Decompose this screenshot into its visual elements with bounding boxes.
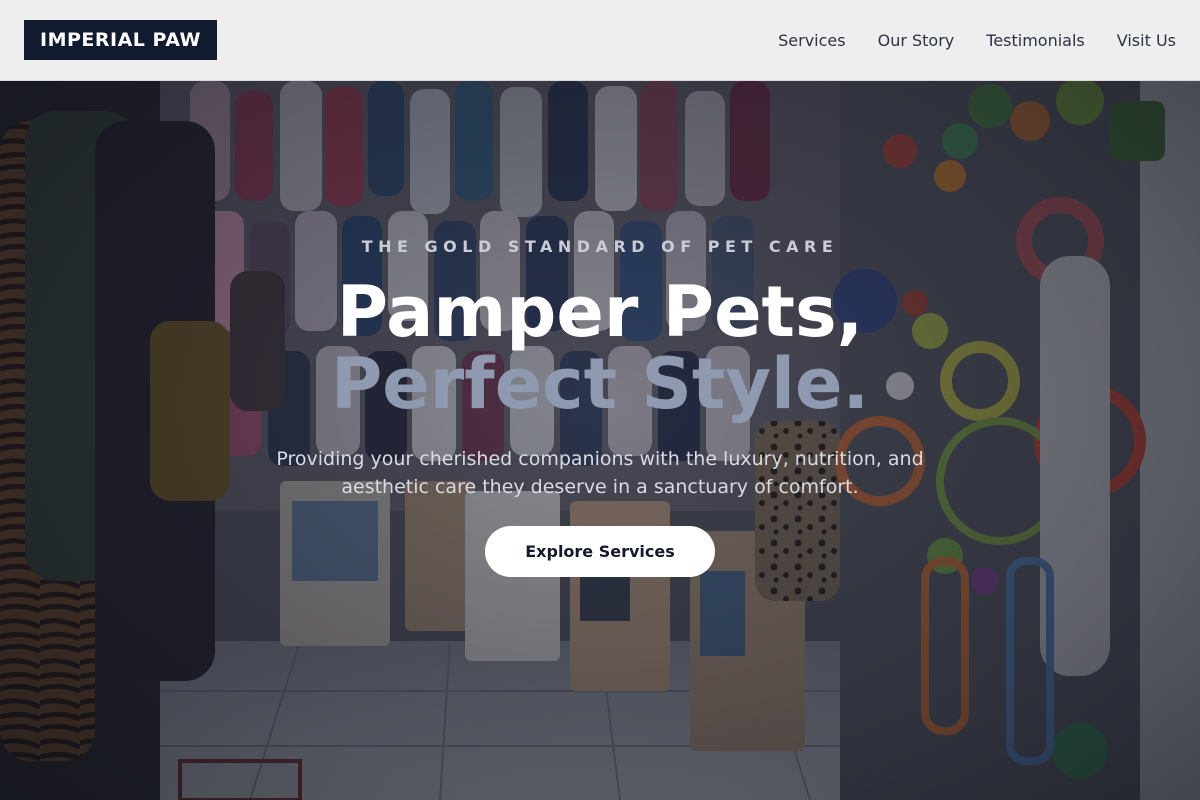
- nav-link-visit-us[interactable]: Visit Us: [1117, 31, 1176, 50]
- hero-content: THE GOLD STANDARD OF PET CARE Pamper Pet…: [0, 81, 1200, 800]
- brand-logo[interactable]: IMPERIAL PAW: [24, 20, 217, 60]
- nav-link-our-story[interactable]: Our Story: [878, 31, 955, 50]
- nav-link-services[interactable]: Services: [778, 31, 845, 50]
- headline-line-1: Pamper Pets,: [336, 271, 864, 353]
- hero-eyebrow: THE GOLD STANDARD OF PET CARE: [361, 237, 839, 256]
- nav-link-testimonials[interactable]: Testimonials: [986, 31, 1085, 50]
- hero-headline: Pamper Pets, Perfect Style.: [0, 276, 1200, 420]
- headline-line-2: Perfect Style.: [330, 343, 870, 425]
- site-header: IMPERIAL PAW Services Our Story Testimon…: [0, 0, 1200, 81]
- hero-subtext: Providing your cherished companions with…: [276, 448, 924, 498]
- main-nav: Services Our Story Testimonials Visit Us: [778, 31, 1176, 50]
- explore-services-button[interactable]: Explore Services: [485, 526, 715, 577]
